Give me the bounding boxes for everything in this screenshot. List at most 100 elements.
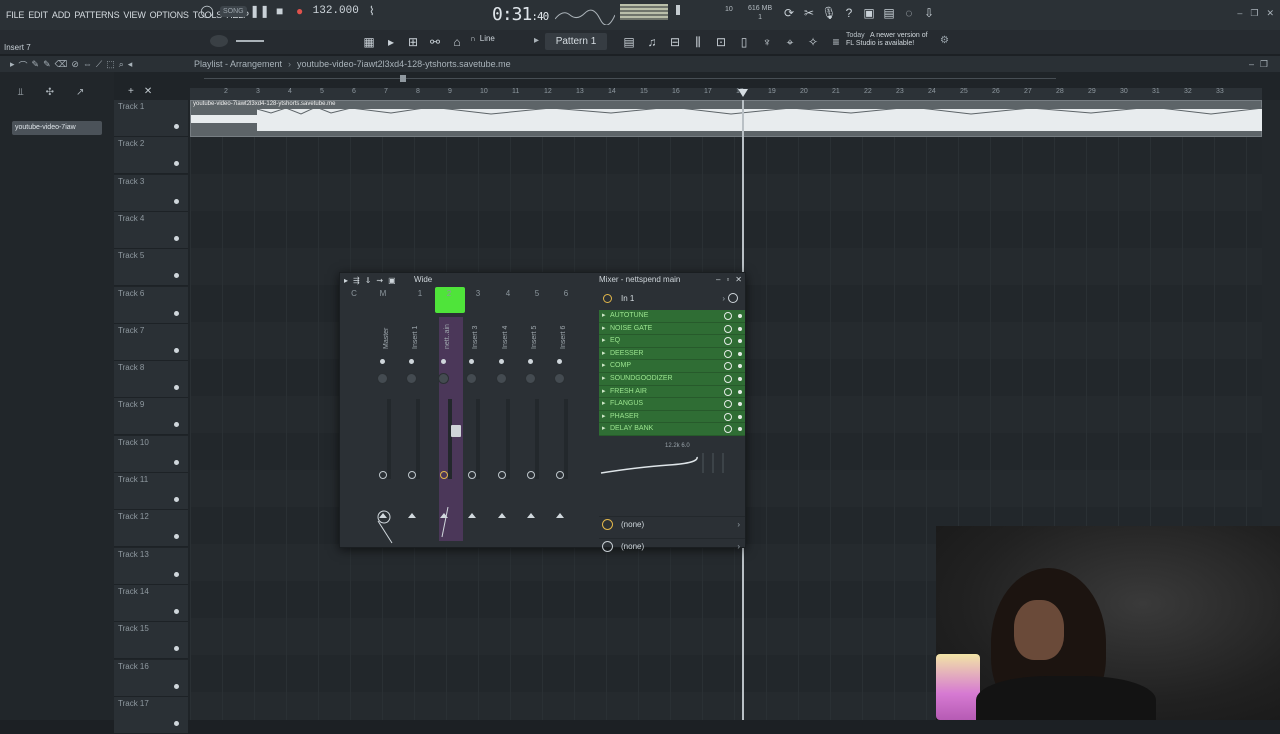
track-enable-led[interactable] xyxy=(174,534,179,540)
arrow-right-icon[interactable]: ▸ xyxy=(10,59,15,72)
master-pitch-knob[interactable] xyxy=(210,35,228,47)
audio-clip[interactable]: youtube-video-7iawt2l3xd4-128-ytshorts.s… xyxy=(190,100,1263,137)
picker-audio-icon[interactable]: ✣ xyxy=(46,87,54,98)
slice-tool-icon[interactable]: ⟋ xyxy=(96,59,102,72)
selected-send-knob[interactable] xyxy=(438,507,458,547)
master-volume-slider[interactable] xyxy=(676,5,680,15)
track-enable-led[interactable] xyxy=(174,310,179,316)
channel-enable-led[interactable] xyxy=(469,359,474,364)
menu-file[interactable]: FILE xyxy=(4,10,26,20)
plugin-icon[interactable]: ▤ xyxy=(882,6,896,20)
pattern-arrow-icon[interactable]: ▸ xyxy=(534,35,539,46)
fx-mix-knob[interactable] xyxy=(724,362,732,371)
pencil-icon[interactable]: ✎ xyxy=(32,59,40,72)
piano-roll-window-icon[interactable]: ♫ xyxy=(645,35,659,49)
menu-view[interactable]: VIEW xyxy=(121,10,147,20)
channel-enable-led[interactable] xyxy=(557,359,562,364)
fx-slot-arrow-icon[interactable]: ▸ xyxy=(602,398,606,410)
fx-slot-arrow-icon[interactable]: ▸ xyxy=(602,411,606,423)
send-arrow-icon[interactable] xyxy=(498,513,506,518)
fx-slot[interactable]: ▸ NOISE GATE xyxy=(599,322,745,336)
fx-slot[interactable]: ▸ FRESH AIR xyxy=(599,385,745,399)
fx-slot[interactable]: ▸ COMP xyxy=(599,360,745,373)
news-message[interactable]: A newer version of xyxy=(870,31,928,40)
fx-enable-led[interactable] xyxy=(738,364,742,369)
zoom-tool-icon[interactable]: ⌕ xyxy=(119,59,124,72)
fx-slot-arrow-icon[interactable]: ▸ xyxy=(602,360,606,372)
mixer-link-icon[interactable]: ⇝ xyxy=(376,276,383,285)
pattern-selector[interactable]: Pattern 1 xyxy=(545,33,607,50)
playback-tool-icon[interactable]: ◂ xyxy=(128,59,133,72)
song-position-marker[interactable] xyxy=(738,89,748,97)
track-enable-led[interactable] xyxy=(174,683,179,689)
route-switch-icon[interactable] xyxy=(527,471,535,479)
send-arrow-icon[interactable] xyxy=(468,513,476,518)
fx-slot-arrow-icon[interactable]: ▸ xyxy=(602,323,606,335)
help-icon[interactable]: ? xyxy=(842,6,856,20)
channel-name[interactable]: Insert 1 xyxy=(412,326,419,349)
piano-roll-icon[interactable]: ▸ xyxy=(384,35,398,49)
channel-number[interactable]: 3 xyxy=(468,289,488,298)
undo-history-icon[interactable]: ⟳ xyxy=(782,6,796,20)
channel-number[interactable]: 5 xyxy=(527,289,547,298)
settings-gear-icon[interactable]: ⚙ xyxy=(940,35,949,46)
song-mode-button[interactable]: SONG xyxy=(220,5,247,17)
track-enable-led[interactable] xyxy=(174,235,179,241)
channel-rack-window-icon[interactable]: ⊟ xyxy=(668,35,682,49)
latency-icon[interactable] xyxy=(728,293,738,303)
track-header[interactable]: Track 10 xyxy=(114,435,188,473)
timeline-ruler[interactable]: 2 3 4 5 6 7 8 9 10 11 12 13 14 15 16 17 18 19 20 21 22 23 24 25… xyxy=(190,88,1262,100)
document-icon[interactable]: ▯ xyxy=(737,35,751,49)
pan-knob[interactable] xyxy=(377,373,388,384)
mixer-minimize-icon[interactable]: – xyxy=(716,275,720,284)
scroll-thumb[interactable] xyxy=(400,75,406,82)
mixer-window-icon[interactable]: ⫼ xyxy=(691,35,705,49)
fx-enable-led[interactable] xyxy=(738,427,742,432)
fx-enable-led[interactable] xyxy=(738,376,742,381)
slip-tool-icon[interactable]: ⇔ xyxy=(83,59,92,72)
track-header[interactable]: Track 5 xyxy=(114,249,188,287)
track-enable-led[interactable] xyxy=(174,459,179,465)
mixer-arm-icon[interactable]: ⇓ xyxy=(365,276,372,285)
channel-name[interactable]: Master xyxy=(383,328,390,349)
channel-number[interactable]: 1 xyxy=(410,289,430,298)
route-switch-icon[interactable] xyxy=(468,471,476,479)
channel-number[interactable]: M xyxy=(373,289,393,298)
track-header[interactable]: Track 2 xyxy=(114,137,188,175)
add-track-icon[interactable]: + xyxy=(128,86,134,97)
menu-patterns[interactable]: PATTERNS xyxy=(72,10,121,20)
restore-icon[interactable]: ❐ xyxy=(1250,8,1258,19)
master-volume-fader[interactable] xyxy=(236,40,264,42)
track-header[interactable]: Track 8 xyxy=(114,361,188,399)
track-header[interactable]: Track 11 xyxy=(114,473,188,510)
fx-mix-knob[interactable] xyxy=(724,337,732,346)
time-display[interactable]: 0:31:40 xyxy=(492,4,549,25)
playlist-view-icon[interactable]: ▦ xyxy=(362,35,376,49)
picker-patterns-icon[interactable]: ⫫ xyxy=(18,87,24,98)
metronome-icon[interactable]: ⌇ xyxy=(365,4,379,18)
fx-slot-arrow-icon[interactable]: ▸ xyxy=(602,348,606,360)
pan-knob[interactable] xyxy=(438,373,449,384)
fx-slot[interactable]: ▸ AUTOTUNE xyxy=(599,310,745,323)
minimize-icon[interactable]: – xyxy=(1237,8,1242,19)
fx-enable-led[interactable] xyxy=(738,339,742,344)
channel-number[interactable]: 4 xyxy=(498,289,518,298)
mixer-menu-icon[interactable]: ▸ xyxy=(344,276,348,285)
snap-selector[interactable]: ∩ Line xyxy=(470,34,495,43)
tempo-tapper-icon[interactable]: ✧ xyxy=(806,35,820,49)
track-enable-led[interactable] xyxy=(174,273,179,279)
track-header[interactable]: Track 6 xyxy=(114,286,188,324)
send-selector-1[interactable]: (none) › xyxy=(599,516,745,532)
send-arrow-icon[interactable] xyxy=(556,513,564,518)
fx-mix-knob[interactable] xyxy=(724,425,732,434)
fx-slot[interactable]: ▸ EQ xyxy=(599,335,745,348)
fx-enable-led[interactable] xyxy=(738,351,742,356)
track-header[interactable]: Track 9 xyxy=(114,398,188,436)
master-send-knob[interactable] xyxy=(374,507,404,547)
fx-slot[interactable]: ▸ FLANGUS xyxy=(599,398,745,411)
track-enable-led[interactable] xyxy=(174,198,179,204)
track-enable-led[interactable] xyxy=(174,347,179,353)
mixer-close-icon[interactable]: ✕ xyxy=(735,275,742,284)
pan-knob[interactable] xyxy=(554,373,565,384)
track-enable-led[interactable] xyxy=(174,608,179,614)
